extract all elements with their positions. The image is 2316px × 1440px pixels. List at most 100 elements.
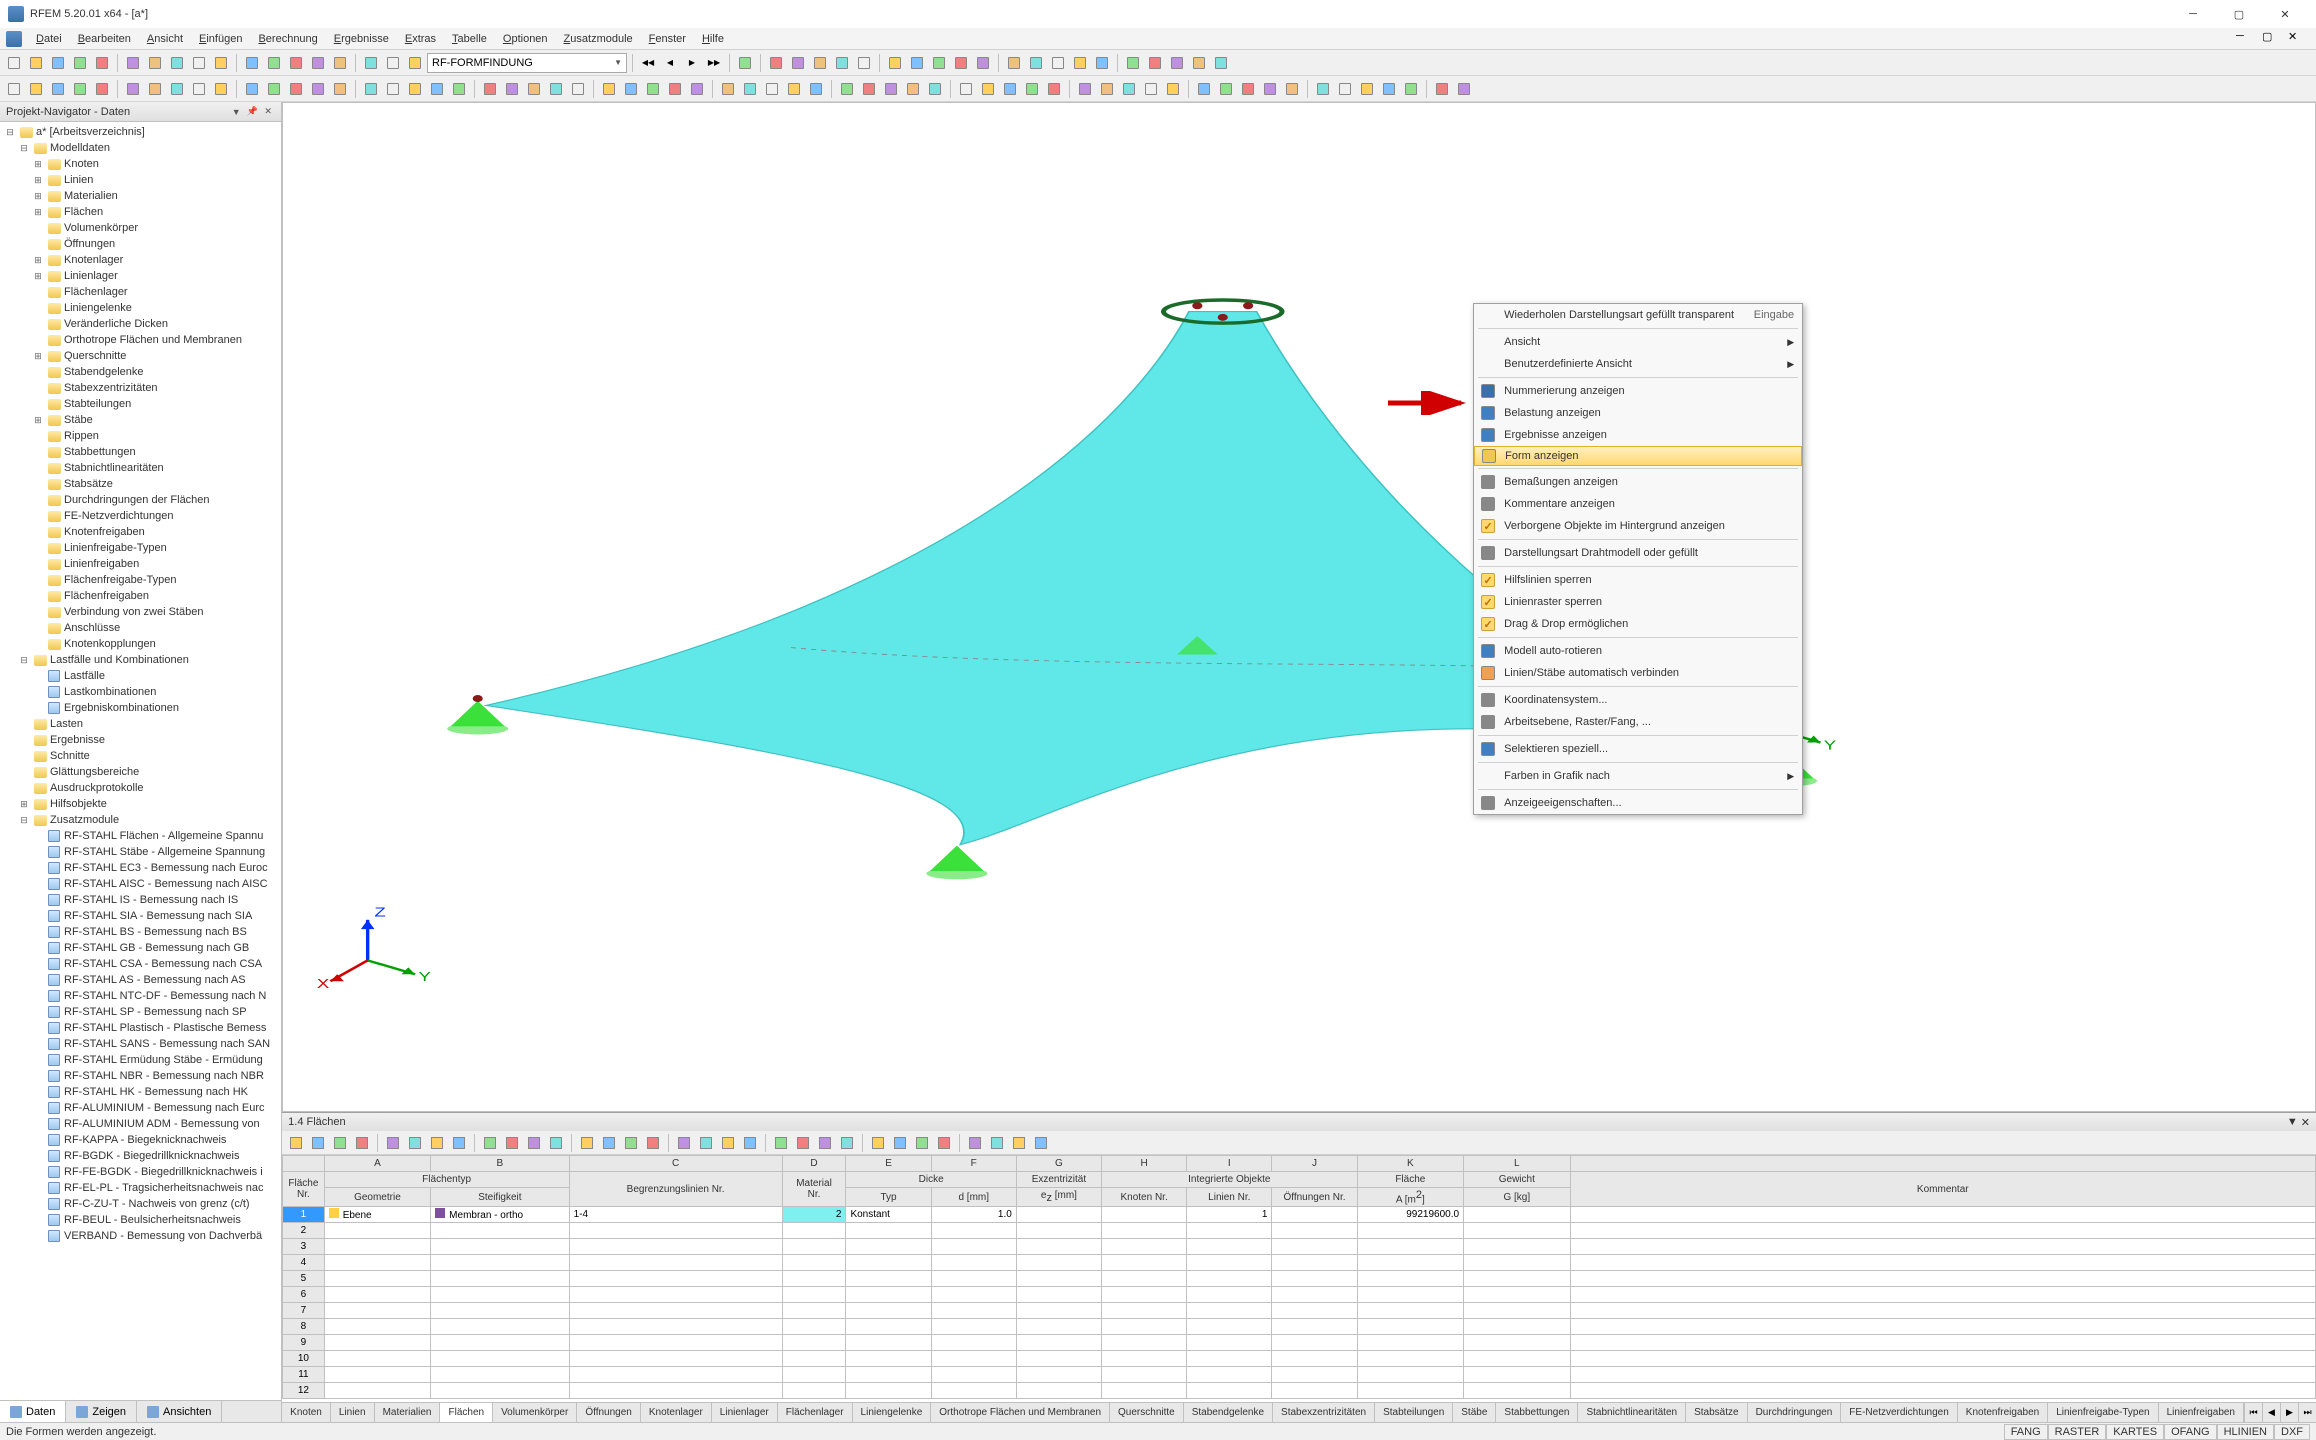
table-tab-knotenfreigaben[interactable]: Knotenfreigaben <box>1958 1403 2048 1422</box>
table-toolbar-btn[interactable] <box>987 1133 1007 1153</box>
tree-module[interactable]: RF-ALUMINIUM - Bemessung nach Eurc <box>0 1100 281 1116</box>
toolbar-button-23[interactable] <box>832 53 852 73</box>
navigator-tab-daten[interactable]: Daten <box>0 1401 66 1422</box>
tree-module[interactable]: RF-BEUL - Beulsicherheitsnachweis <box>0 1212 281 1228</box>
toolbar-button-53[interactable] <box>1260 79 1280 99</box>
tree-item-schnitte[interactable]: Schnitte <box>0 748 281 764</box>
tree-module[interactable]: RF-STAHL GB - Bemessung nach GB <box>0 940 281 956</box>
table-tab-stabexzentrizit-ten[interactable]: Stabexzentrizitäten <box>1273 1403 1375 1422</box>
toolbar-button-38[interactable] <box>903 79 923 99</box>
status-toggle-raster[interactable]: RASTER <box>2048 1424 2107 1440</box>
tree-module[interactable]: RF-EL-PL - Tragsicherheitsnachweis nac <box>0 1180 281 1196</box>
toolbar-nav[interactable]: ◀◀ <box>638 53 658 73</box>
toolbar-button-28[interactable] <box>951 53 971 73</box>
toolbar-button-5[interactable] <box>123 53 143 73</box>
tree-item-fl-chenfreigaben[interactable]: Flächenfreigaben <box>0 588 281 604</box>
status-toggle-dxf[interactable]: DXF <box>2274 1424 2310 1440</box>
menu-einfügen[interactable]: Einfügen <box>191 31 250 47</box>
toolbar-button-34[interactable] <box>806 79 826 99</box>
toolbar-button-55[interactable] <box>1313 79 1333 99</box>
toolbar-button-22[interactable] <box>810 53 830 73</box>
context-menu-item[interactable]: Koordinatensystem... <box>1474 689 1802 711</box>
context-menu-item[interactable]: Ergebnisse anzeigen <box>1474 424 1802 446</box>
toolbar-button-36[interactable] <box>859 79 879 99</box>
toolbar-button-21[interactable] <box>502 79 522 99</box>
tree-module[interactable]: RF-STAHL Flächen - Allgemeine Spannu <box>0 828 281 844</box>
toolbar-button-40[interactable] <box>956 79 976 99</box>
tree-item-knotenfreigaben[interactable]: Knotenfreigaben <box>0 524 281 540</box>
table-toolbar-btn[interactable] <box>577 1133 597 1153</box>
tree-module[interactable]: RF-KAPPA - Biegeknicknachweis <box>0 1132 281 1148</box>
tree-item--ffnungen[interactable]: Öffnungen <box>0 236 281 252</box>
table-toolbar-btn[interactable] <box>643 1133 663 1153</box>
viewport[interactable]: Z Y X Z Y X Wiederholen Darstellungsart … <box>282 102 2316 1112</box>
tree-item-ergebnisse[interactable]: Ergebnisse <box>0 732 281 748</box>
tree-item-knotenlager[interactable]: ⊞Knotenlager <box>0 252 281 268</box>
table-toolbar-btn[interactable] <box>674 1133 694 1153</box>
tree-item-lasten[interactable]: Lasten <box>0 716 281 732</box>
tree-item-linienfreigabe-typen[interactable]: Linienfreigabe-Typen <box>0 540 281 556</box>
status-toggle-kartes[interactable]: KARTES <box>2106 1424 2164 1440</box>
tree-module[interactable]: RF-C-ZU-T - Nachweis von grenz (c/t) <box>0 1196 281 1212</box>
tree-zusatzmodule[interactable]: ⊟Zusatzmodule <box>0 812 281 828</box>
minimize-button[interactable]: ─ <box>2170 0 2216 28</box>
table-toolbar-btn[interactable] <box>1031 1133 1051 1153</box>
toolbar-button-44[interactable] <box>1044 79 1064 99</box>
toolbar-button-54[interactable] <box>1282 79 1302 99</box>
table-tab-st-be[interactable]: Stäbe <box>1453 1403 1496 1422</box>
tree-module[interactable]: RF-STAHL Ermüdung Stäbe - Ermüdung <box>0 1052 281 1068</box>
toolbar-button-25[interactable] <box>885 53 905 73</box>
context-menu-item[interactable]: Modell auto-rotieren <box>1474 640 1802 662</box>
tree-item-rippen[interactable]: Rippen <box>0 428 281 444</box>
table-toolbar-btn[interactable] <box>286 1133 306 1153</box>
navigator-pin-icon[interactable]: 📌 <box>245 105 259 119</box>
table-tab-fl-chenlager[interactable]: Flächenlager <box>778 1403 853 1422</box>
tree-module[interactable]: RF-STAHL EC3 - Bemessung nach Euroc <box>0 860 281 876</box>
toolbar-button-22[interactable] <box>524 79 544 99</box>
toolbar-button-0[interactable] <box>4 53 24 73</box>
context-menu-item[interactable]: Benutzerdefinierte Ansicht▶ <box>1474 353 1802 375</box>
toolbar-button-1[interactable] <box>26 53 46 73</box>
tree-item-fe-netzverdichtungen[interactable]: FE-Netzverdichtungen <box>0 508 281 524</box>
tree-module[interactable]: RF-BGDK - Biegedrillknicknachweis <box>0 1148 281 1164</box>
table-tab-liniengelenke[interactable]: Liniengelenke <box>853 1403 932 1422</box>
toolbar-button-27[interactable] <box>643 79 663 99</box>
toolbar-button-50[interactable] <box>1194 79 1214 99</box>
tree-module[interactable]: RF-STAHL AS - Bemessung nach AS <box>0 972 281 988</box>
context-menu-item[interactable]: Darstellungsart Drahtmodell oder gefüllt <box>1474 542 1802 564</box>
table-toolbar-btn[interactable] <box>621 1133 641 1153</box>
toolbar-button-19[interactable] <box>449 79 469 99</box>
tree-module[interactable]: RF-STAHL NTC-DF - Bemessung nach N <box>0 988 281 1004</box>
toolbar-button-25[interactable] <box>599 79 619 99</box>
toolbar-button-7[interactable] <box>167 53 187 73</box>
toolbar-button-13[interactable] <box>308 53 328 73</box>
toolbar-button-15[interactable] <box>361 53 381 73</box>
tree-module[interactable]: RF-STAHL NBR - Bemessung nach NBR <box>0 1068 281 1084</box>
table-tab-stabs-tze[interactable]: Stabsätze <box>1686 1403 1747 1422</box>
context-menu-item[interactable]: Belastung anzeigen <box>1474 402 1802 424</box>
toolbar-button-30[interactable] <box>1004 53 1024 73</box>
table-toolbar-btn[interactable] <box>890 1133 910 1153</box>
toolbar-button-36[interactable] <box>1145 53 1165 73</box>
toolbar-button-15[interactable] <box>361 79 381 99</box>
table-tab-knotenlager[interactable]: Knotenlager <box>641 1403 712 1422</box>
tree-module[interactable]: RF-STAHL HK - Bemessung nach HK <box>0 1084 281 1100</box>
toolbar-button-49[interactable] <box>1163 79 1183 99</box>
toolbar-button-4[interactable] <box>92 53 112 73</box>
toolbar-button-41[interactable] <box>978 79 998 99</box>
toolbar-button-0[interactable] <box>4 79 24 99</box>
tree-module[interactable]: RF-STAHL Stäbe - Allgemeine Spannung <box>0 844 281 860</box>
context-menu-item[interactable]: Selektieren speziell... <box>1474 738 1802 760</box>
table-close-icon[interactable]: ✕ <box>2301 1116 2310 1129</box>
context-menu-item[interactable]: Ansicht▶ <box>1474 331 1802 353</box>
toolbar-button-59[interactable] <box>1401 79 1421 99</box>
table-toolbar-btn[interactable] <box>771 1133 791 1153</box>
tree-item-volumenk-rper[interactable]: Volumenkörper <box>0 220 281 236</box>
toolbar-button-33[interactable] <box>784 79 804 99</box>
toolbar-button-43[interactable] <box>1022 79 1042 99</box>
toolbar-button-23[interactable] <box>546 79 566 99</box>
toolbar-button-8[interactable] <box>189 79 209 99</box>
tree-item-st-be[interactable]: ⊞Stäbe <box>0 412 281 428</box>
context-menu-item[interactable]: Farben in Grafik nach▶ <box>1474 765 1802 787</box>
table-tab-nav[interactable]: ⏭ <box>2298 1403 2316 1422</box>
